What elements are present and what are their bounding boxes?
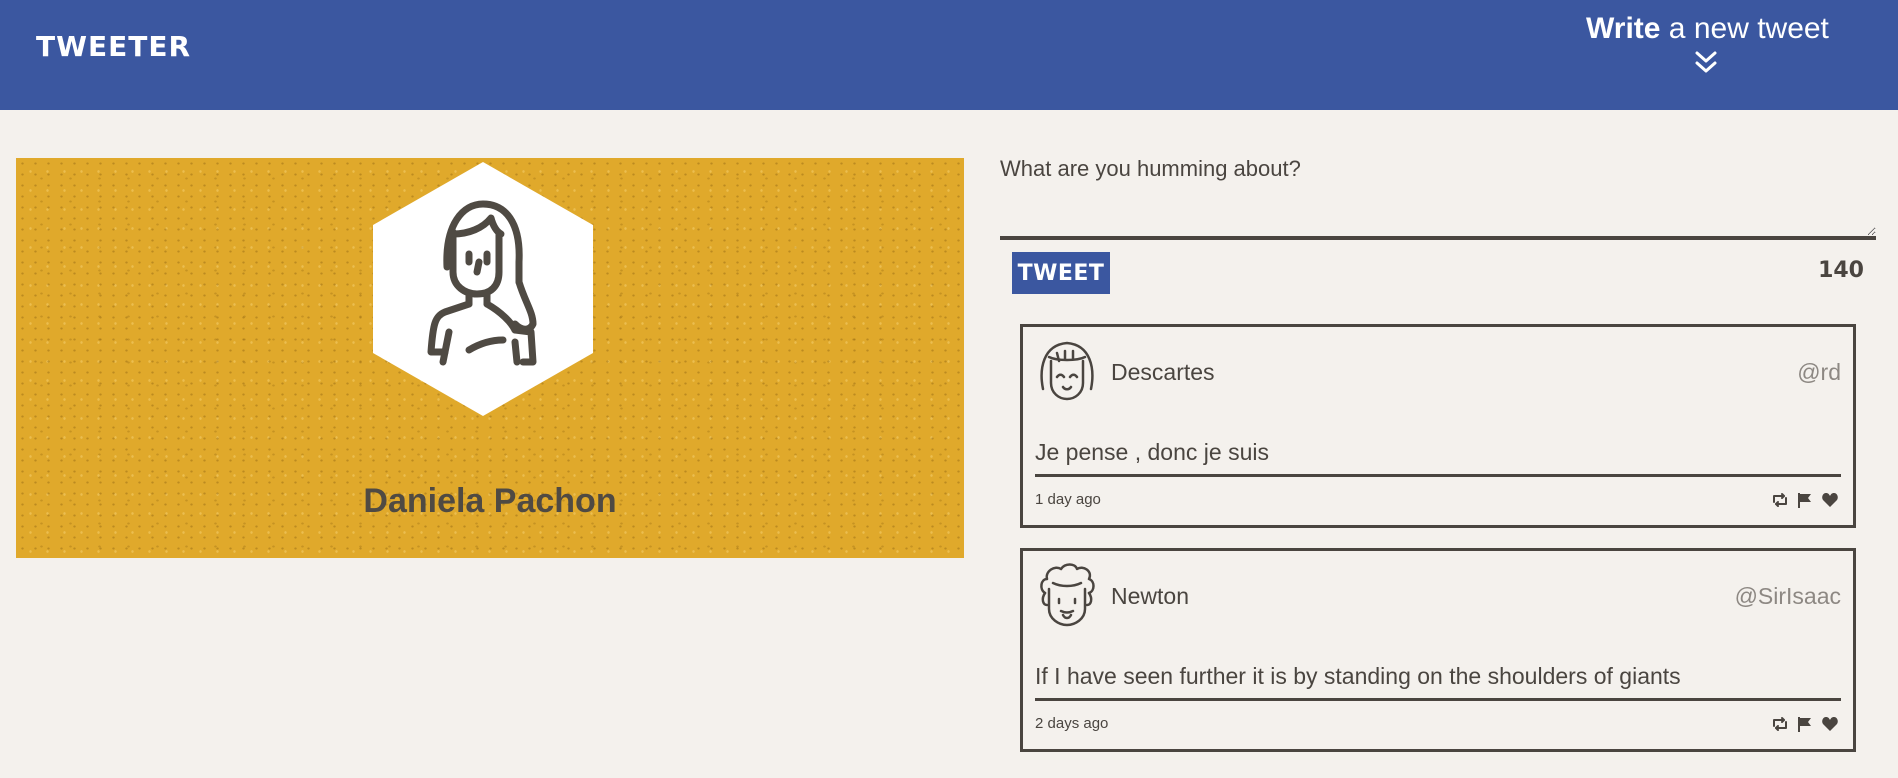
character-counter: 140 xyxy=(1818,258,1864,283)
tweet-text: Je pense , donc je suis xyxy=(1035,439,1841,477)
tweet-compose-input[interactable] xyxy=(1000,148,1876,240)
write-new-tweet-label: Write a new tweet xyxy=(1586,12,1829,46)
flag-icon[interactable] xyxy=(1796,715,1814,733)
write-new-tweet-toggle[interactable]: Write a new tweet xyxy=(1586,12,1829,86)
tweet-author-name[interactable]: Descartes xyxy=(1111,359,1215,386)
retweet-icon[interactable] xyxy=(1771,491,1789,509)
descartes-avatar xyxy=(1040,341,1094,401)
tweet-author-name[interactable]: Newton xyxy=(1111,583,1189,610)
tweet-author-handle[interactable]: @rd xyxy=(1797,359,1841,386)
double-chevron-down-icon xyxy=(1695,51,1717,73)
top-navbar: TWEETER Write a new tweet xyxy=(0,0,1898,110)
profile-name: Daniela Pachon xyxy=(363,482,617,520)
tweet-timestamp: 1 day ago xyxy=(1035,491,1101,508)
heart-icon[interactable] xyxy=(1821,715,1839,733)
retweet-icon[interactable] xyxy=(1771,715,1789,733)
tweet-submit-button[interactable]: TWEET xyxy=(1012,252,1110,294)
tweet-actions xyxy=(1771,491,1839,509)
flag-icon[interactable] xyxy=(1796,491,1814,509)
newton-avatar xyxy=(1040,563,1095,627)
tweet-timestamp: 2 days ago xyxy=(1035,715,1109,732)
profile-card: Daniela Pachon xyxy=(16,158,964,558)
tweet-actions xyxy=(1771,715,1839,733)
tweet-text: If I have seen further it is by standing… xyxy=(1035,663,1841,701)
write-new-tweet-rest: a new tweet xyxy=(1660,12,1829,45)
profile-avatar xyxy=(373,162,593,416)
tweet-card: Descartes @rd Je pense , donc je suis 1 … xyxy=(1020,324,1856,528)
tweet-author-handle[interactable]: @SirIsaac xyxy=(1735,583,1841,610)
tweet-card: Newton @SirIsaac If I have seen further … xyxy=(1020,548,1856,752)
heart-icon[interactable] xyxy=(1821,491,1839,509)
write-new-tweet-bold: Write xyxy=(1586,12,1661,45)
app-logo[interactable]: TWEETER xyxy=(36,30,191,63)
